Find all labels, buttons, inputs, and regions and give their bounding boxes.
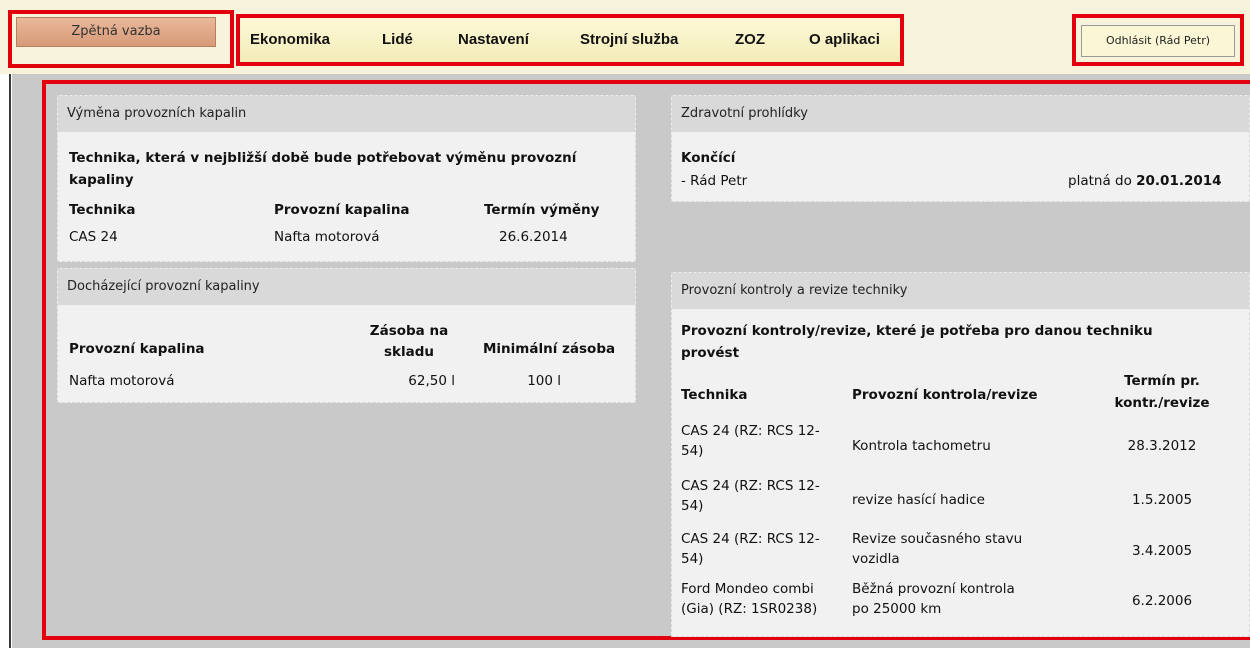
col-technika: Technika	[681, 387, 748, 403]
person-name: - Rád Petr	[681, 173, 748, 189]
cell-termin: 26.6.2014	[499, 229, 568, 245]
cell-termin: 6.2.2006	[1131, 593, 1193, 609]
cell-kontrola: revize hasící hadice	[852, 492, 985, 508]
fluid-low-panel: Docházející provozní kapaliny Provozní k…	[57, 268, 636, 403]
cell-technika-cont: 54)	[681, 551, 704, 567]
col-zasoba: Zásoba na	[369, 323, 449, 339]
panel-intro-cont: provést	[681, 345, 740, 361]
panel-title: Docházející provozní kapaliny	[58, 269, 635, 305]
cell-technika-cont: 54)	[681, 498, 704, 514]
cell-technika-cont: 54)	[681, 443, 704, 459]
nav-strojni-sluzba[interactable]: Strojní služba	[580, 18, 678, 62]
nav-ekonomika[interactable]: Ekonomika	[250, 18, 330, 62]
left-divider	[9, 74, 11, 648]
col-zasoba-cont: skladu	[383, 344, 435, 360]
col-minimum: Minimální zásoba	[483, 341, 616, 357]
panel-title: Provozní kontroly a revize techniky	[672, 273, 1249, 309]
panel-intro: Technika, která v nejbližší době bude po…	[69, 150, 577, 166]
panel-intro-cont: kapaliny	[69, 172, 134, 188]
col-kapalina: Provozní kapalina	[274, 202, 410, 218]
nav-zoz[interactable]: ZOZ	[735, 18, 765, 62]
nav-o-aplikaci[interactable]: O aplikaci	[809, 18, 880, 62]
ending-label: Končící	[681, 150, 736, 166]
cell-kontrola-cont: po 25000 km	[852, 601, 942, 617]
col-termin-cont: kontr./revize	[1114, 395, 1210, 411]
feedback-button[interactable]: Zpětná vazba	[16, 17, 216, 47]
col-termin: Termín výměny	[484, 202, 600, 218]
nav-lide[interactable]: Lidé	[382, 18, 413, 62]
cell-kapalina: Nafta motorová	[274, 229, 380, 245]
fluid-change-panel: Výměna provozních kapalin Technika, kter…	[57, 95, 636, 262]
valid-prefix: platná do	[1068, 173, 1132, 189]
cell-technika: Ford Mondeo combi	[681, 581, 814, 597]
health-panel: Zdravotní prohlídky Končící - Rád Petr p…	[671, 95, 1250, 202]
col-technika: Technika	[69, 202, 136, 218]
valid-date: 20.01.2014	[1136, 173, 1222, 189]
cell-zasoba: 62,50 l	[408, 373, 455, 389]
cell-minimum: 100 l	[527, 373, 561, 389]
nav-nastaveni[interactable]: Nastavení	[458, 18, 529, 62]
cell-kontrola-cont: vozidla	[852, 551, 900, 567]
cell-technika: CAS 24	[69, 229, 118, 245]
cell-termin: 28.3.2012	[1127, 438, 1197, 454]
panel-title: Zdravotní prohlídky	[672, 96, 1249, 132]
cell-kapalina: Nafta motorová	[69, 373, 175, 389]
panel-title: Výměna provozních kapalin	[58, 96, 635, 132]
cell-termin: 1.5.2005	[1131, 492, 1193, 508]
cell-kontrola: Kontrola tachometru	[852, 438, 991, 454]
valid-until: platná do 20.01.2014	[1068, 173, 1222, 189]
col-kontrola: Provozní kontrola/revize	[852, 387, 1038, 403]
cell-termin: 3.4.2005	[1131, 543, 1193, 559]
inspections-panel: Provozní kontroly a revize techniky Prov…	[671, 272, 1250, 637]
cell-technika: CAS 24 (RZ: RCS 12-	[681, 423, 820, 439]
panel-intro: Provozní kontroly/revize, které je potře…	[681, 323, 1153, 339]
nav-highlight	[236, 14, 904, 66]
logout-button[interactable]: Odhlásit (Rád Petr)	[1081, 25, 1235, 57]
cell-kontrola: Revize současného stavu	[852, 531, 1023, 547]
cell-technika: CAS 24 (RZ: RCS 12-	[681, 478, 820, 494]
cell-kontrola: Běžná provozní kontrola	[852, 581, 1015, 597]
col-kapalina: Provozní kapalina	[69, 341, 205, 357]
cell-technika-cont: (Gia) (RZ: 1SR0238)	[681, 601, 818, 617]
col-termin: Termín pr.	[1124, 373, 1200, 389]
cell-technika: CAS 24 (RZ: RCS 12-	[681, 531, 820, 547]
